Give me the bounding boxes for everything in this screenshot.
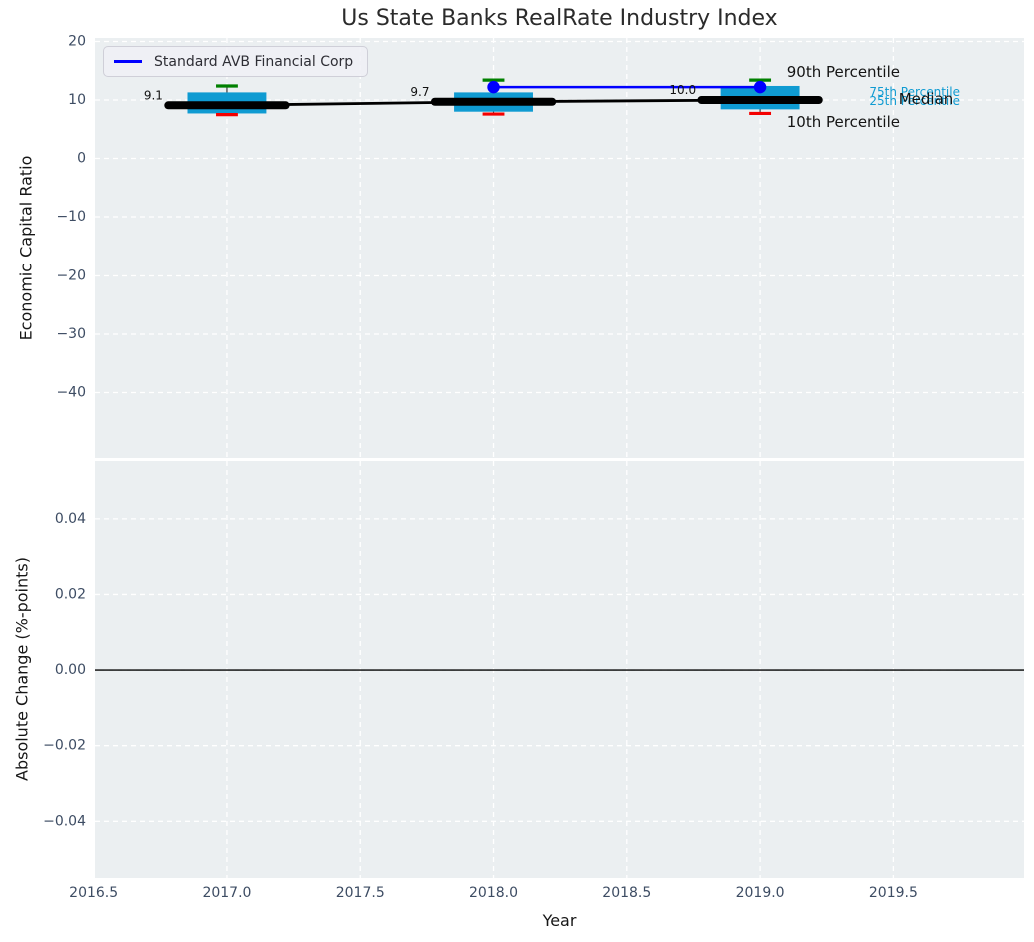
x-tick-label: 2017.5 bbox=[336, 885, 385, 901]
legend: Standard AVB Financial Corp bbox=[103, 46, 369, 77]
median-value-annotation: 10.0 bbox=[669, 83, 696, 97]
y-tick-label: 10 bbox=[68, 92, 86, 108]
chart-canvas: 20 10 0 −10 −20 −30 −40 9.1 9.7 10.0 90th Percenti… bbox=[43, 34, 1024, 901]
x-axis-label-year: Year bbox=[542, 911, 577, 930]
median-value-annotation: 9.1 bbox=[144, 88, 163, 102]
y-tick-label: −40 bbox=[56, 384, 86, 400]
x-tick-label: 2019.5 bbox=[869, 885, 918, 901]
x-tick-label: 2016.5 bbox=[69, 885, 118, 901]
y-tick-label: 0.00 bbox=[55, 662, 86, 678]
legend-line-icon bbox=[114, 60, 142, 63]
percentile-label: 90th Percentile bbox=[787, 63, 900, 81]
y-tick-label: −30 bbox=[56, 326, 86, 342]
company-series-point bbox=[487, 80, 500, 94]
company-series-point bbox=[753, 80, 767, 94]
y-tick-label: −0.04 bbox=[43, 813, 86, 829]
y-tick-label: −10 bbox=[56, 209, 86, 225]
y-tick-label: 20 bbox=[68, 34, 86, 50]
x-tick-label: 2018.5 bbox=[602, 885, 651, 901]
x-tick-label: 2019.0 bbox=[736, 885, 785, 901]
y-tick-label: 0 bbox=[77, 151, 86, 167]
y-tick-label: −0.02 bbox=[43, 738, 86, 754]
y-tick-label: 0.02 bbox=[55, 586, 86, 602]
figure: 20 10 0 −10 −20 −30 −40 9.1 9.7 10.0 90th Percenti… bbox=[0, 0, 1034, 942]
y-tick-label: 0.04 bbox=[55, 511, 86, 527]
chart-title: Us State Banks RealRate Industry Index bbox=[341, 6, 778, 31]
percentile-label: 10th Percentile bbox=[787, 113, 900, 131]
percentile-label: Median bbox=[899, 90, 954, 108]
x-tick-label: 2017.0 bbox=[202, 885, 251, 901]
y-axis-label-economic-capital-ratio: Economic Capital Ratio bbox=[16, 155, 36, 341]
y-tick-label: −20 bbox=[56, 267, 86, 283]
y-axis-label-absolute-change: Absolute Change (%-points) bbox=[12, 557, 32, 781]
legend-label: Standard AVB Financial Corp bbox=[154, 53, 354, 70]
x-tick-label: 2018.0 bbox=[469, 885, 518, 901]
median-value-annotation: 9.7 bbox=[410, 85, 429, 99]
